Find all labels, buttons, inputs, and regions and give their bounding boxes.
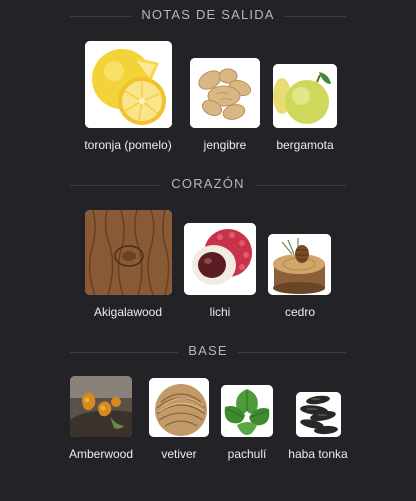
note-label: vetiver	[161, 447, 197, 461]
note-label: lichi	[209, 305, 231, 319]
section-header-heart-notes: CORAZÓN	[0, 175, 416, 195]
note-label: toronja (pomelo)	[84, 138, 172, 152]
note-label: haba tonka	[288, 447, 348, 461]
ginger-icon	[190, 58, 260, 128]
section-title: CORAZÓN	[171, 176, 245, 191]
bergamot-icon	[273, 64, 337, 128]
divider-right	[284, 16, 346, 17]
note-label: cedro	[284, 305, 316, 319]
note-label: pachulí	[227, 447, 267, 461]
note-label: Akigalawood	[93, 305, 163, 319]
note-label: Amberwood	[68, 447, 134, 461]
amber-resin-icon	[70, 376, 132, 437]
section-header-top-notes: NOTAS DE SALIDA	[0, 6, 416, 26]
divider-right	[256, 185, 346, 186]
grapefruit-icon	[85, 41, 172, 128]
section-header-base-notes: BASE	[0, 342, 416, 362]
tonka-bean-icon	[296, 392, 341, 437]
section-title: NOTAS DE SALIDA	[141, 7, 275, 22]
vetiver-root-icon	[149, 378, 209, 437]
patchouli-leaf-icon	[221, 385, 273, 437]
note-label: jengibre	[203, 138, 247, 152]
note-label: bergamota	[276, 138, 334, 152]
cedar-stump-icon	[268, 234, 331, 295]
divider-right	[238, 352, 346, 353]
lychee-icon	[184, 223, 256, 295]
section-title: BASE	[188, 343, 228, 358]
wood-grain-icon	[85, 210, 172, 295]
